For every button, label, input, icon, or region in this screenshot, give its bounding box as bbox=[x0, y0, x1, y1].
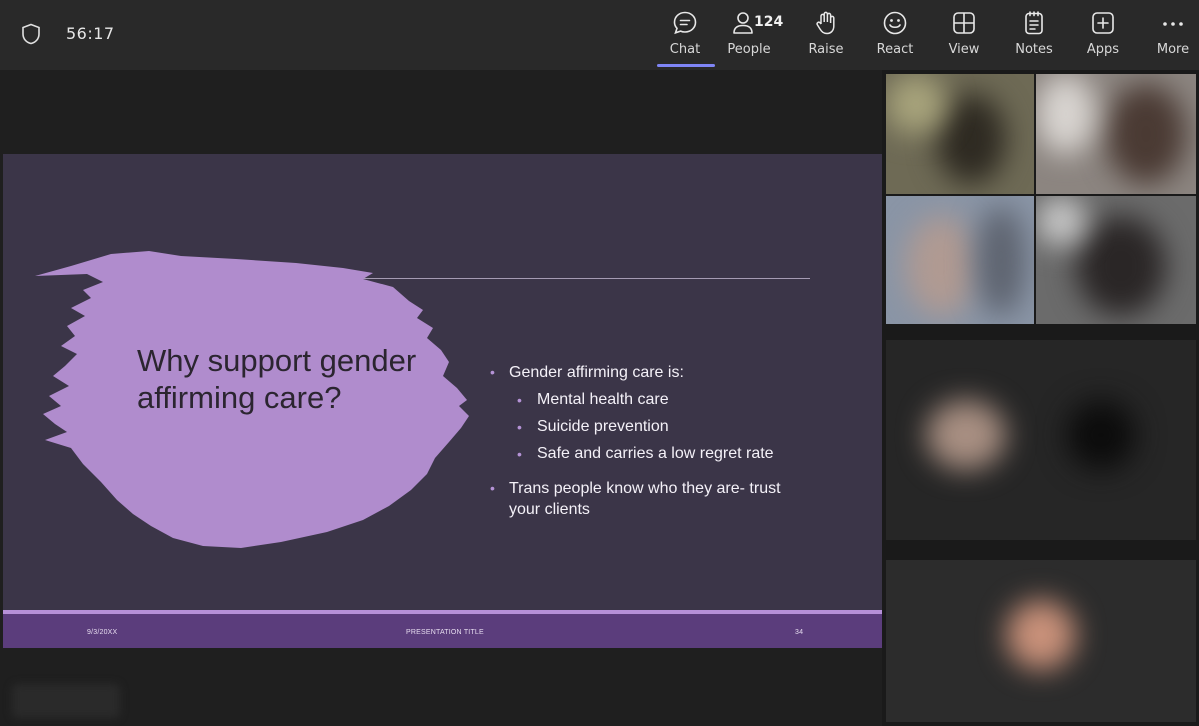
chat-icon bbox=[673, 11, 697, 35]
participant-avatar-tile[interactable] bbox=[886, 560, 1196, 722]
more-ellipsis-icon bbox=[1163, 22, 1183, 26]
meeting-toolbar: 56:17 Chat 124 People Raise React View N… bbox=[0, 0, 1199, 70]
chat-button[interactable]: Chat bbox=[654, 6, 716, 64]
footer-date: 9/3/20XX bbox=[87, 629, 118, 636]
slide-footer: 9/3/20XX PRESENTATION TITLE 34 bbox=[3, 614, 882, 648]
presentation-slide: Why support gender affirming care? Gende… bbox=[3, 154, 882, 648]
video-gallery bbox=[882, 70, 1199, 726]
more-button[interactable]: More bbox=[1142, 6, 1199, 64]
footer-page-number: 34 bbox=[795, 629, 804, 636]
apps-button[interactable]: Apps bbox=[1072, 6, 1134, 64]
participant-count: 124 bbox=[754, 14, 784, 30]
bullet-item: Trans people know who they are- trust yo… bbox=[487, 478, 807, 520]
view-grid-icon bbox=[953, 12, 975, 34]
slide-title: Why support gender affirming care? bbox=[137, 343, 417, 415]
people-label: People bbox=[727, 42, 771, 57]
sub-bullet-item: Mental health care bbox=[487, 390, 807, 410]
people-icon bbox=[733, 12, 753, 34]
sub-bullet-item: Safe and carries a low regret rate bbox=[487, 444, 807, 464]
bullet-item: Gender affirming care is: bbox=[487, 362, 807, 383]
smiley-icon bbox=[883, 11, 907, 35]
notes-button[interactable]: Notes bbox=[1003, 6, 1065, 64]
participant-video-tile[interactable] bbox=[1036, 74, 1196, 194]
notes-icon bbox=[1025, 11, 1043, 35]
slide-bullet-list: Gender affirming care is: Mental health … bbox=[487, 362, 807, 520]
participant-video-tile[interactable] bbox=[886, 74, 1034, 194]
shared-content-stage: Why support gender affirming care? Gende… bbox=[0, 70, 882, 726]
view-button[interactable]: View bbox=[933, 6, 995, 64]
chat-label: Chat bbox=[669, 42, 701, 57]
react-button[interactable]: React bbox=[864, 6, 926, 64]
raise-hand-button[interactable]: Raise bbox=[795, 6, 857, 64]
participant-video-tile[interactable] bbox=[886, 196, 1034, 324]
active-tab-indicator bbox=[657, 64, 715, 67]
apps-label: Apps bbox=[1086, 42, 1120, 57]
react-label: React bbox=[876, 42, 914, 57]
raise-label: Raise bbox=[808, 42, 844, 57]
footer-presentation-title: PRESENTATION TITLE bbox=[406, 629, 484, 636]
shield-icon[interactable] bbox=[21, 23, 41, 45]
participant-video-tile[interactable] bbox=[1036, 196, 1196, 324]
participant-avatar-tile[interactable] bbox=[886, 340, 1196, 540]
meeting-timer: 56:17 bbox=[66, 24, 115, 43]
presenter-name-tag bbox=[12, 684, 120, 718]
sub-bullet-item: Suicide prevention bbox=[487, 417, 807, 437]
more-label: More bbox=[1156, 42, 1190, 57]
people-button[interactable]: 124 People bbox=[712, 6, 783, 64]
raise-hand-icon bbox=[816, 11, 835, 35]
view-label: View bbox=[948, 42, 980, 57]
notes-label: Notes bbox=[1015, 42, 1053, 57]
apps-plus-icon bbox=[1092, 12, 1114, 34]
